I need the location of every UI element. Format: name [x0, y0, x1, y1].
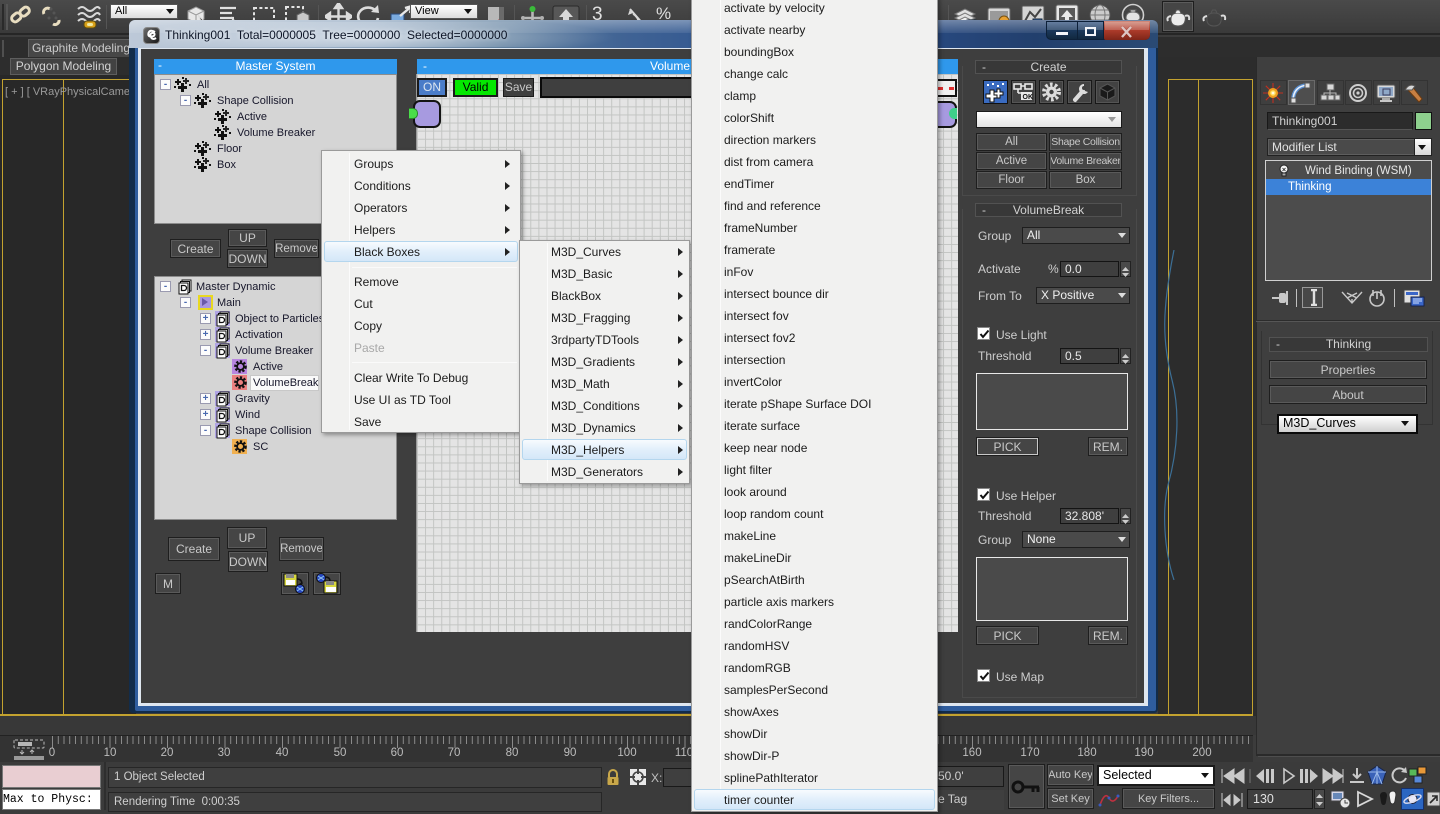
svg-text:OK: OK	[1023, 94, 1034, 101]
